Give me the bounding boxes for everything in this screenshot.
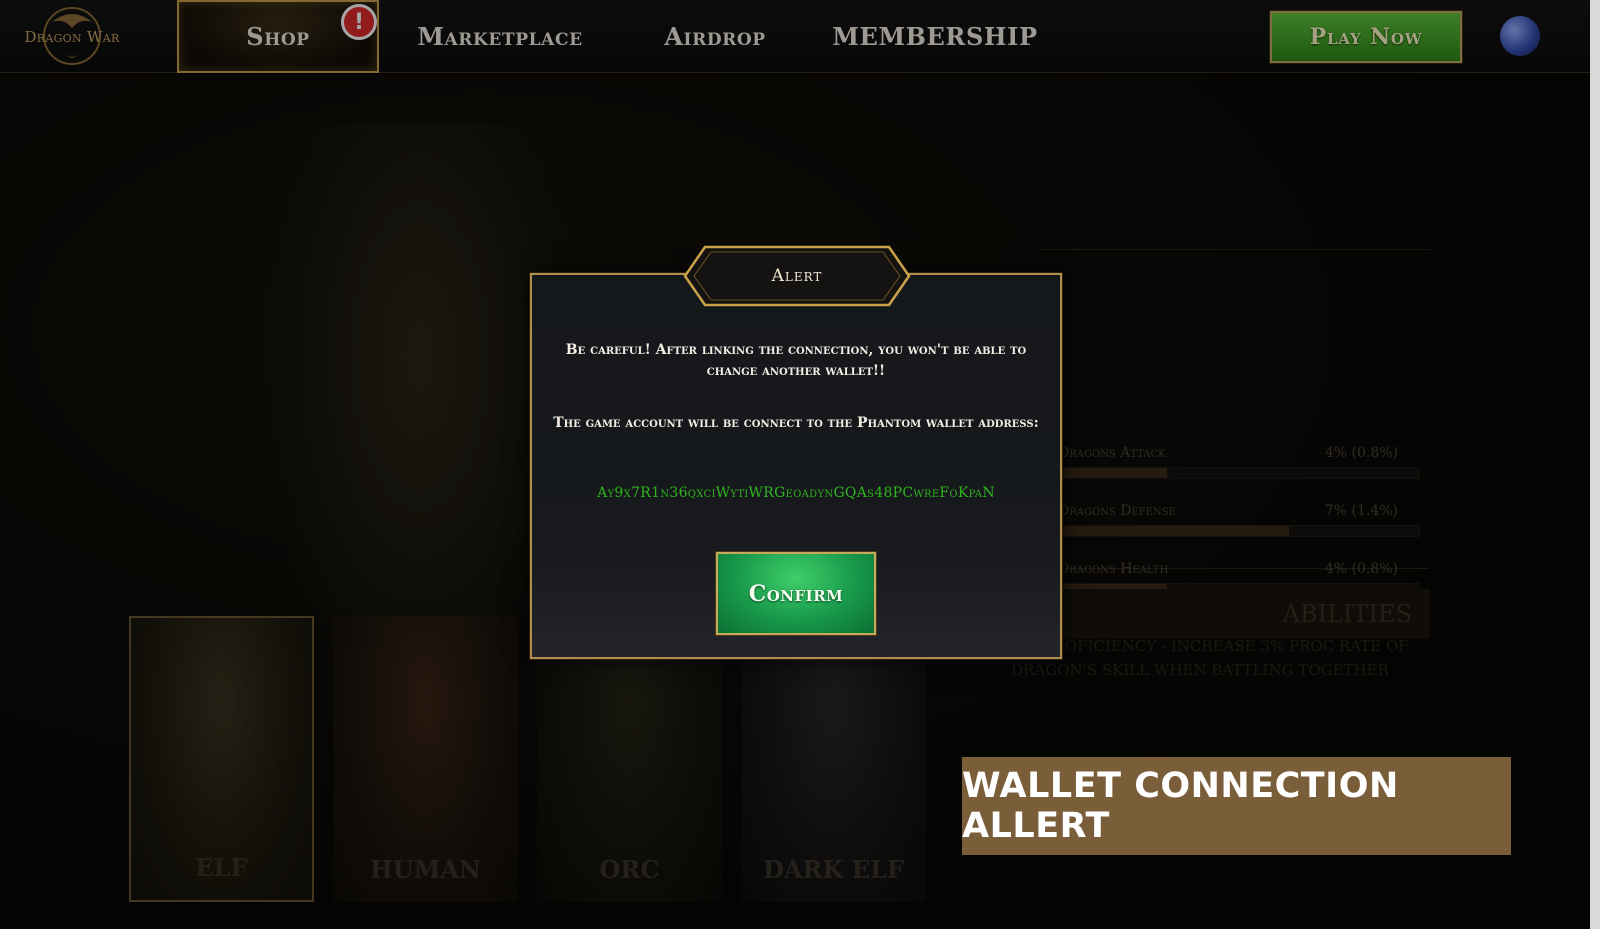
confirm-button[interactable]: Confirm [716, 552, 876, 635]
alert-header: Alert [683, 245, 911, 307]
alert-message-warning: Be careful! After linking the connection… [565, 342, 1027, 379]
alert-title: Alert [771, 266, 823, 286]
caption-banner: WALLET CONNECTION ALLERT [962, 757, 1511, 855]
wallet-address: Ay9x7R1n36qxciWytiWRGeoadynGQAs48PCwreFo… [597, 485, 995, 501]
alert-message-wallet-info: The game account will be connect to the … [553, 415, 1039, 431]
page-scrollbar[interactable] [1590, 0, 1600, 929]
